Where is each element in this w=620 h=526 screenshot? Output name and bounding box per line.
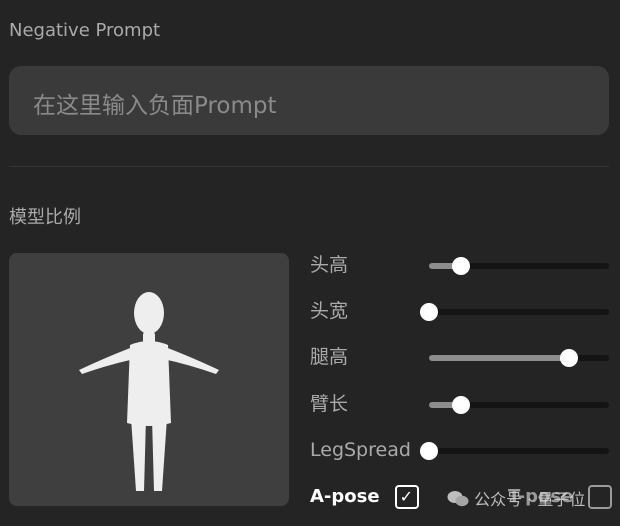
slider-label: 臂长 xyxy=(310,393,349,415)
t-pose-checkbox[interactable] xyxy=(588,485,613,509)
slider-arm-length[interactable]: 臂长 xyxy=(310,389,610,419)
human-figure-icon xyxy=(79,292,219,491)
checkmark-icon: ✓ xyxy=(399,487,414,506)
slider-track[interactable] xyxy=(420,303,609,321)
slider-leg-spread[interactable]: LegSpread xyxy=(310,435,610,465)
watermark-text: 公众号 · 量子位 xyxy=(474,490,586,509)
a-pose-checkbox[interactable]: ✓ xyxy=(394,485,419,509)
slider-head-height[interactable]: 头高 xyxy=(310,250,610,280)
a-pose-option[interactable]: A-pose ✓ xyxy=(310,482,419,512)
model-ratio-label: 模型比例 xyxy=(9,207,81,228)
slider-label: LegSpread xyxy=(310,439,411,461)
slider-track[interactable] xyxy=(429,349,609,367)
slider-thumb[interactable] xyxy=(420,442,438,460)
slider-track[interactable] xyxy=(420,442,609,460)
slider-head-width[interactable]: 头宽 xyxy=(310,296,610,326)
slider-thumb[interactable] xyxy=(420,303,438,321)
slider-label: 头高 xyxy=(310,254,349,276)
wechat-icon xyxy=(447,490,469,512)
negative-prompt-label: Negative Prompt xyxy=(9,20,161,41)
section-divider xyxy=(9,166,609,167)
slider-leg-height[interactable]: 腿高 xyxy=(310,342,610,372)
slider-label: 腿高 xyxy=(310,346,349,368)
a-pose-label: A-pose xyxy=(310,486,380,507)
slider-thumb[interactable] xyxy=(452,257,471,275)
negative-prompt-placeholder: 在这里输入负面Prompt xyxy=(33,93,277,119)
slider-thumb[interactable] xyxy=(560,349,579,367)
model-preview xyxy=(9,253,289,506)
slider-thumb[interactable] xyxy=(452,396,471,414)
slider-track[interactable] xyxy=(429,257,609,275)
watermark: 公众号 · 量子位 xyxy=(447,486,585,512)
negative-prompt-field[interactable]: 在这里输入负面Prompt xyxy=(9,66,609,135)
slider-fill xyxy=(429,355,570,361)
slider-track[interactable] xyxy=(429,396,609,414)
slider-label: 头宽 xyxy=(310,300,349,322)
